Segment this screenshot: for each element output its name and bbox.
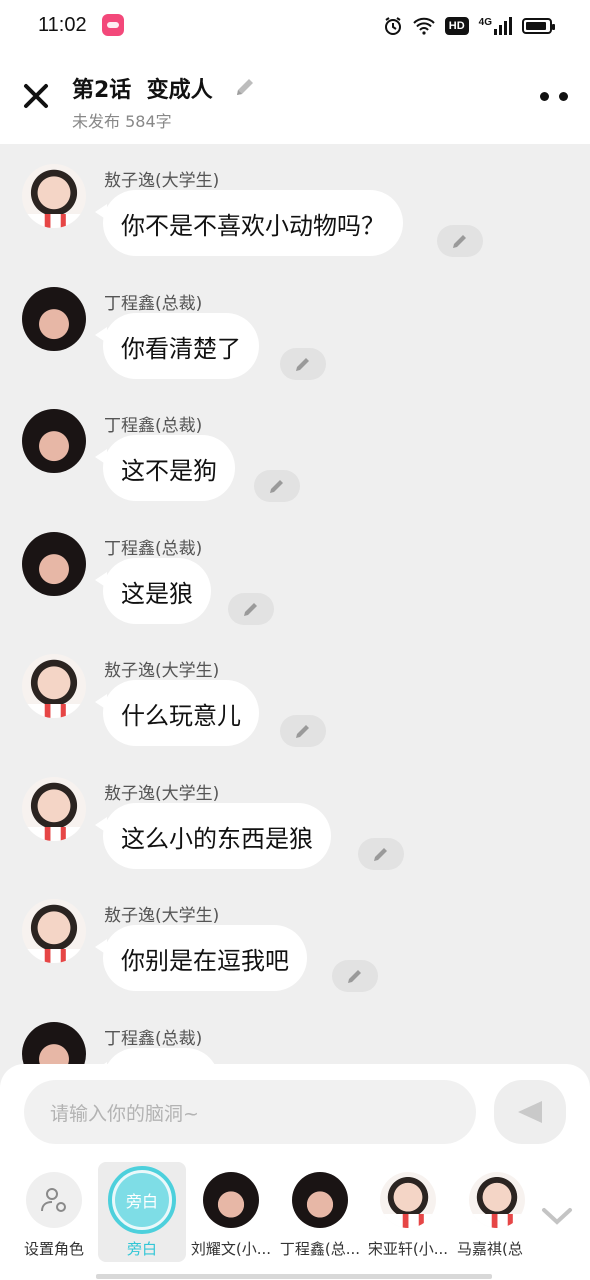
role-label: 刘耀文(小... [190, 1240, 272, 1258]
speaker-name: 丁程鑫(总裁) [104, 294, 203, 314]
speaker-name: 敖子逸(大学生) [104, 906, 220, 926]
speaker-name: 丁程鑫(总裁) [104, 1029, 203, 1049]
avatar [469, 1172, 525, 1228]
set-role-button[interactable]: 设置角色 [0, 1162, 88, 1262]
avatar[interactable] [22, 654, 86, 718]
close-icon[interactable] [22, 82, 50, 110]
edit-message-button[interactable] [228, 593, 274, 625]
message-bubble[interactable]: 什么玩意儿 [95, 680, 259, 746]
narration-icon-label: 旁白 [115, 1173, 169, 1227]
avatar[interactable] [22, 532, 86, 596]
send-button[interactable] [494, 1080, 566, 1144]
edit-message-button[interactable] [437, 225, 483, 257]
speaker-name: 敖子逸(大学生) [104, 661, 220, 681]
chat-message: 敖子逸(大学生) 你别是在逗我吧 [0, 879, 590, 1001]
more-dot-icon [559, 92, 568, 101]
role-label: 丁程鑫(总... [279, 1240, 361, 1258]
avatar[interactable] [22, 164, 86, 228]
message-bubble[interactable] [95, 1048, 219, 1064]
role-item[interactable]: 马嘉祺(总 [453, 1162, 533, 1262]
avatar[interactable] [22, 287, 86, 351]
role-label: 马嘉祺(总 [457, 1240, 523, 1258]
speaker-name: 敖子逸(大学生) [104, 171, 220, 191]
chat-list[interactable]: 敖子逸(大学生) 你不是不喜欢小动物吗？ 丁程鑫(总裁) 你看清楚了 丁程鑫(总… [0, 144, 590, 1064]
role-label: 设置角色 [23, 1240, 84, 1258]
chat-message: 丁程鑫(总裁) [0, 1002, 590, 1064]
status-icons: HD 4G [383, 14, 555, 38]
avatar [380, 1172, 436, 1228]
chat-message: 敖子逸(大学生) 什么玩意儿 [0, 634, 590, 756]
chat-message: 敖子逸(大学生) 这么小的东西是狼 [0, 757, 590, 879]
more-options-button[interactable] [540, 92, 568, 102]
chat-message: 丁程鑫(总裁) 你看清楚了 [0, 267, 590, 389]
role-item[interactable]: 刘耀文(小... [187, 1162, 275, 1262]
role-label: 宋亚轩(小... [367, 1240, 449, 1258]
edit-title-pencil-icon[interactable] [233, 75, 257, 99]
battery-icon [522, 18, 555, 34]
pencil-icon [270, 480, 283, 493]
chevron-down-icon[interactable] [540, 1206, 574, 1226]
idea-input[interactable]: 请输入你的脑洞~ [24, 1080, 476, 1144]
chat-message: 丁程鑫(总裁) 这不是狗 [0, 389, 590, 511]
composer-panel: 请输入你的脑洞~ 设置角色 旁白 旁白 刘耀文(小... 丁程鑫(总... 宋亚… [0, 1064, 590, 1280]
avatar [203, 1172, 259, 1228]
alarm-icon [384, 17, 401, 35]
edit-message-button[interactable] [280, 715, 326, 747]
message-bubble[interactable]: 这不是狗 [95, 435, 235, 501]
speaker-name: 丁程鑫(总裁) [104, 539, 203, 559]
cellular-signal-icon: 4G [479, 17, 512, 35]
pencil-icon [374, 848, 387, 861]
role-narration[interactable]: 旁白 旁白 [98, 1162, 186, 1262]
pencil-icon [244, 603, 257, 616]
avatar[interactable] [22, 899, 86, 963]
message-bubble[interactable]: 你不是不喜欢小动物吗？ [95, 190, 403, 256]
app-notification-icon [102, 14, 124, 36]
status-bar: 11:02 HD 4G [0, 0, 590, 52]
more-dot-icon [540, 92, 549, 101]
edit-message-button[interactable] [254, 470, 300, 502]
avatar[interactable] [22, 777, 86, 841]
role-item[interactable]: 丁程鑫(总... [276, 1162, 364, 1262]
speaker-name: 丁程鑫(总裁) [104, 416, 203, 436]
edit-message-button[interactable] [358, 838, 404, 870]
message-bubble[interactable]: 这是狼 [95, 558, 211, 624]
role-selector[interactable]: 设置角色 旁白 旁白 刘耀文(小... 丁程鑫(总... 宋亚轩(小... 马嘉… [0, 1162, 590, 1262]
chapter-status: 未发布 584字 [72, 112, 172, 131]
horizontal-scrollbar[interactable] [96, 1274, 492, 1279]
edit-message-button[interactable] [332, 960, 378, 992]
avatar[interactable] [22, 409, 86, 473]
network-type-label: 4G [478, 17, 492, 28]
avatar [292, 1172, 348, 1228]
role-settings-icon [26, 1172, 82, 1228]
message-bubble[interactable]: 这么小的东西是狼 [95, 803, 331, 869]
chapter-title: 第2话 变成人 [72, 78, 213, 103]
chat-message: 丁程鑫(总裁) 这是狼 [0, 512, 590, 634]
pencil-icon [453, 235, 466, 248]
role-label: 旁白 [126, 1240, 157, 1258]
message-bubble[interactable]: 你看清楚了 [95, 313, 259, 379]
speaker-name: 敖子逸(大学生) [104, 784, 220, 804]
edit-message-button[interactable] [280, 348, 326, 380]
wifi-icon [413, 17, 435, 35]
role-item[interactable]: 宋亚轩(小... [364, 1162, 452, 1262]
narration-avatar: 旁白 [108, 1166, 176, 1234]
status-time: 11:02 [38, 14, 87, 36]
editor-header: 第2话 变成人 未发布 584字 [0, 52, 590, 144]
avatar[interactable] [22, 1022, 86, 1064]
hd-icon: HD [444, 17, 469, 35]
pencil-icon [348, 970, 361, 983]
pencil-icon [296, 725, 309, 738]
pencil-icon [296, 358, 309, 371]
message-bubble[interactable]: 你别是在逗我吧 [95, 925, 307, 991]
send-icon [518, 1101, 542, 1123]
chat-message: 敖子逸(大学生) 你不是不喜欢小动物吗？ [0, 144, 590, 266]
